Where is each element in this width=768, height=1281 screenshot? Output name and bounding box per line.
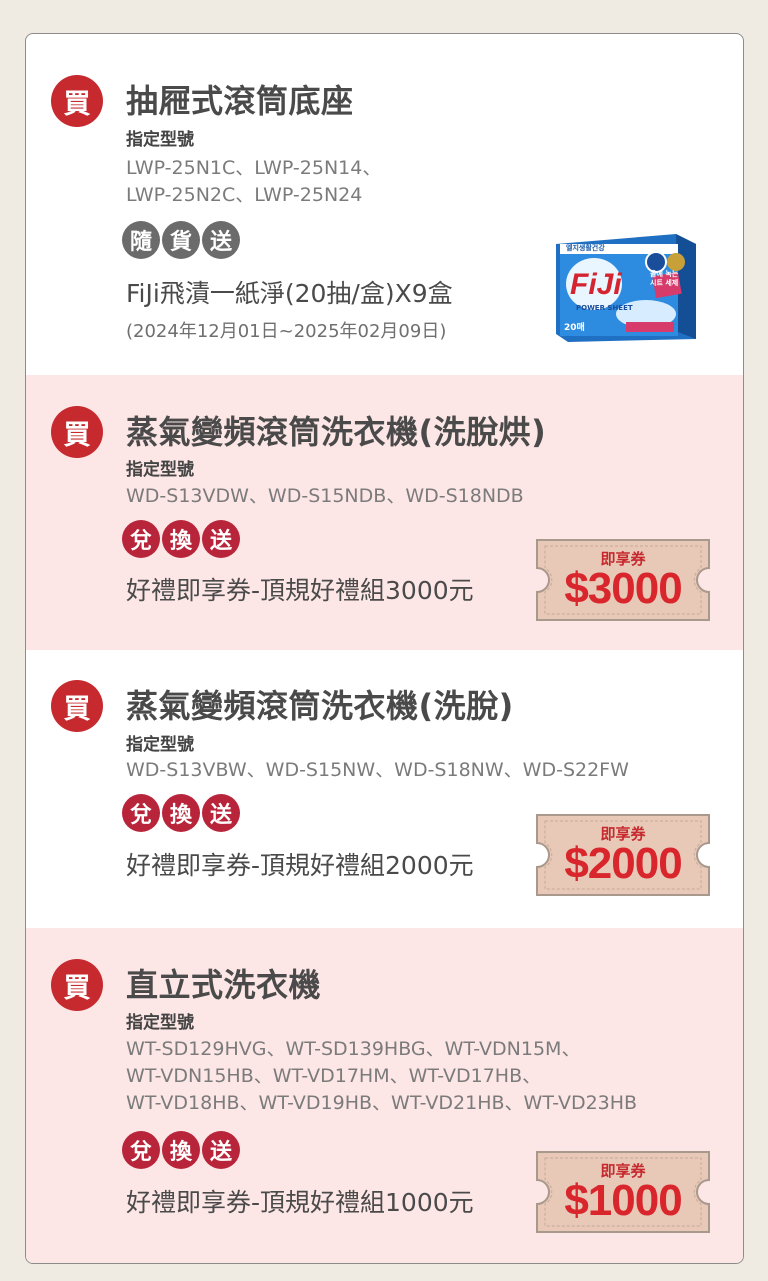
promo-section-drawer-pedestal: 買 抽屜式滾筒底座 指定型號 LWP-25N1C、LWP-25N14、 LWP-… [26, 34, 743, 375]
badge-char: 兌 [122, 794, 160, 832]
model-list: WD-S13VDW、WD-S15NDB、WD-S18NDB [126, 483, 524, 510]
gift-text: 好禮即享券-頂規好禮組1000元 [126, 1188, 474, 1217]
coupon-ticket: 即享券 $3000 [533, 538, 713, 622]
gift-badge: 兌 換 送 [122, 520, 240, 558]
badge-char: 兌 [122, 520, 160, 558]
model-line: WD-S13VBW、WD-S15NW、WD-S18NW、WD-S22FW [126, 759, 629, 781]
promo-section-washer: 買 蒸氣變頻滾筒洗衣機(洗脫) 指定型號 WD-S13VBW、WD-S15NW、… [26, 650, 743, 928]
model-line: LWP-25N2C、LWP-25N24 [126, 184, 363, 206]
fiji-product-image: 엘지생활건강 FiJi POWER SHEET 20매 올에 녹는 시트 세제 [546, 214, 696, 344]
badge-char: 送 [202, 520, 240, 558]
model-line: WT-VD18HB、WT-VD19HB、WT-VD21HB、WT-VD23HB [126, 1092, 638, 1114]
badge-char: 兌 [122, 1131, 160, 1169]
gift-badge: 兌 換 送 [122, 794, 240, 832]
coupon-amount: $1000 [564, 1176, 682, 1225]
product-count: 20매 [564, 323, 585, 333]
coupon-amount: $3000 [564, 564, 682, 613]
buy-icon: 買 [51, 406, 103, 458]
model-label: 指定型號 [126, 735, 194, 755]
model-line: WD-S13VDW、WD-S15NDB、WD-S18NDB [126, 485, 524, 507]
section-title: 抽屜式滾筒底座 [126, 82, 354, 120]
badge-char: 貨 [162, 221, 200, 259]
section-title: 直立式洗衣機 [126, 966, 322, 1004]
model-label: 指定型號 [126, 460, 194, 480]
badge-char: 送 [202, 794, 240, 832]
buy-icon: 買 [51, 680, 103, 732]
promo-period: (2024年12月01日~2025年02月09日) [126, 321, 447, 342]
gift-text: 好禮即享券-頂規好禮組2000元 [126, 851, 474, 880]
badge-char: 換 [162, 794, 200, 832]
section-title: 蒸氣變頻滾筒洗衣機(洗脫) [126, 687, 514, 725]
gift-text: FiJi飛漬一紙淨(20抽/盒)X9盒 [126, 279, 453, 308]
section-title: 蒸氣變頻滾筒洗衣機(洗脫烘) [126, 413, 547, 451]
promo-section-top-loader: 買 直立式洗衣機 指定型號 WT-SD129HVG、WT-SD139HBG、WT… [26, 928, 743, 1263]
badge-char: 送 [202, 221, 240, 259]
gift-text: 好禮即享券-頂規好禮組3000元 [126, 576, 474, 605]
gift-badge: 兌 換 送 [122, 1131, 240, 1169]
product-top-text: 엘지생활건강 [566, 244, 605, 252]
buy-icon: 買 [51, 959, 103, 1011]
model-list: LWP-25N1C、LWP-25N14、 LWP-25N2C、LWP-25N24 [126, 155, 381, 209]
badge-char: 換 [162, 1131, 200, 1169]
model-label: 指定型號 [126, 130, 194, 150]
product-brand: FiJi [570, 268, 622, 301]
model-line: LWP-25N1C、LWP-25N14、 [126, 157, 382, 179]
badge-char: 隨 [122, 221, 160, 259]
model-list: WT-SD129HVG、WT-SD139HBG、WT-VDN15M、 WT-VD… [126, 1036, 637, 1117]
model-label: 指定型號 [126, 1013, 194, 1033]
promo-section-washer-dryer: 買 蒸氣變頻滾筒洗衣機(洗脫烘) 指定型號 WD-S13VDW、WD-S15ND… [26, 375, 743, 650]
model-line: WT-VDN15HB、WT-VD17HM、WT-VD17HB、 [126, 1065, 542, 1087]
badge-char: 送 [202, 1131, 240, 1169]
buy-icon: 買 [51, 75, 103, 127]
promo-card: 買 抽屜式滾筒底座 指定型號 LWP-25N1C、LWP-25N14、 LWP-… [25, 33, 744, 1264]
coupon-amount: $2000 [564, 839, 682, 888]
model-list: WD-S13VBW、WD-S15NW、WD-S18NW、WD-S22FW [126, 757, 629, 784]
product-tag: 올에 녹는 시트 세제 [650, 270, 679, 287]
coupon-ticket: 即享券 $2000 [533, 813, 713, 897]
badge-char: 換 [162, 520, 200, 558]
coupon-ticket: 即享券 $1000 [533, 1150, 713, 1234]
model-line: WT-SD129HVG、WT-SD139HBG、WT-VDN15M、 [126, 1038, 581, 1060]
gift-badge: 隨 貨 送 [122, 221, 240, 259]
product-sub: POWER SHEET [576, 304, 633, 312]
